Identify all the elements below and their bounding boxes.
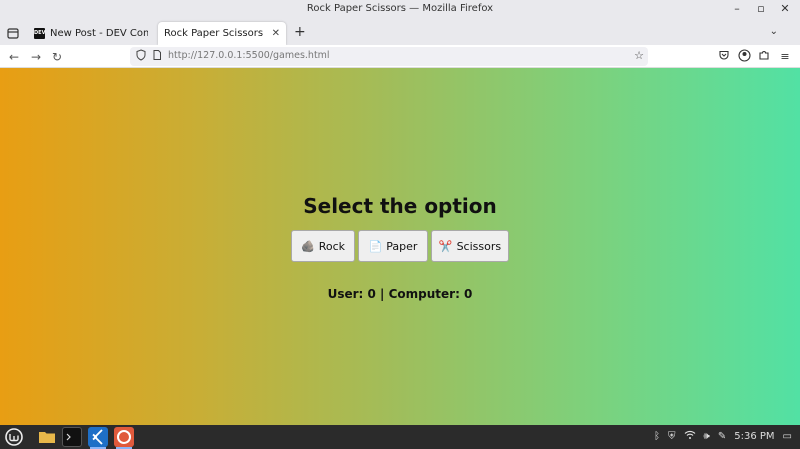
dev-favicon-icon: DEV	[34, 28, 45, 39]
notes-icon[interactable]: ✎	[718, 431, 726, 442]
list-all-tabs-icon[interactable]: ⌄	[770, 26, 778, 37]
tab-rock-paper-scissors[interactable]: Rock Paper Scissors ✕	[158, 22, 286, 45]
maximize-icon[interactable]: ▫	[754, 2, 768, 16]
notifications-icon[interactable]: ▭	[783, 431, 792, 442]
new-tab-icon[interactable]: +	[294, 25, 306, 39]
paper-icon: 📄	[368, 239, 383, 253]
tab-close-icon[interactable]: ✕	[272, 28, 280, 39]
wifi-icon[interactable]	[684, 430, 696, 443]
minimize-icon[interactable]: –	[730, 2, 744, 16]
extensions-icon[interactable]	[756, 49, 772, 65]
account-icon[interactable]	[736, 49, 752, 65]
tab-label: Rock Paper Scissors	[164, 28, 264, 39]
url-bar[interactable]: http://127.0.0.1:5500/games.html ☆	[130, 47, 648, 66]
reload-icon[interactable]: ↻	[49, 49, 65, 65]
menu-icon[interactable]: ≡	[777, 49, 793, 65]
rock-button[interactable]: 🪨 Rock	[291, 230, 355, 262]
bluetooth-icon[interactable]: ᛒ	[654, 431, 660, 442]
tab-label: New Post - DEV Community	[50, 28, 148, 39]
vscode-icon[interactable]	[88, 427, 108, 449]
taskbar: ᛒ ⛨ 🕪 ✎ 5:36 PM ▭	[0, 425, 800, 449]
scissors-icon: ✂️	[438, 239, 453, 253]
score-display: User: 0 | Computer: 0	[327, 287, 473, 301]
tab-list-icon[interactable]	[4, 24, 22, 42]
shield-icon[interactable]	[134, 49, 148, 63]
paper-button[interactable]: 📄 Paper	[358, 230, 428, 262]
tab-dev-community[interactable]: DEV New Post - DEV Community	[28, 22, 154, 45]
window-titlebar: Rock Paper Scissors — Mozilla Firefox – …	[0, 0, 800, 20]
terminal-icon[interactable]	[62, 427, 82, 447]
files-folder-icon[interactable]	[37, 427, 57, 447]
window-title: Rock Paper Scissors — Mozilla Firefox	[306, 3, 494, 14]
navigation-toolbar: ← → ↻ http://127.0.0.1:5500/games.html ☆…	[0, 45, 800, 68]
url-text[interactable]: http://127.0.0.1:5500/games.html	[168, 50, 330, 61]
scissors-button[interactable]: ✂️ Scissors	[431, 230, 509, 262]
security-shield-icon[interactable]: ⛨	[668, 431, 676, 442]
taskbar-clock[interactable]: 5:36 PM	[734, 431, 774, 442]
choice-buttons: 🪨 Rock 📄 Paper ✂️ Scissors	[0, 230, 800, 262]
system-tray: ᛒ ⛨ 🕪 ✎ 5:36 PM ▭	[654, 430, 792, 443]
page-icon[interactable]	[150, 49, 164, 63]
rock-icon: 🪨	[301, 239, 315, 253]
volume-icon[interactable]: 🕪	[704, 431, 710, 442]
paper-label: Paper	[386, 239, 418, 253]
page-heading: Select the option	[303, 194, 497, 218]
pocket-icon[interactable]	[716, 49, 732, 65]
firefox-icon[interactable]	[114, 427, 134, 449]
rock-label: Rock	[318, 239, 345, 253]
tab-strip: DEV New Post - DEV Community Rock Paper …	[0, 20, 800, 45]
close-icon[interactable]: ✕	[778, 2, 792, 16]
forward-icon[interactable]: →	[28, 49, 44, 65]
page-content: Select the option 🪨 Rock 📄 Paper ✂️ Scis…	[0, 68, 800, 425]
bookmark-star-icon[interactable]: ☆	[634, 49, 644, 62]
mint-menu-icon[interactable]	[4, 427, 24, 447]
scissors-label: Scissors	[456, 239, 502, 253]
back-icon[interactable]: ←	[6, 49, 22, 65]
window-controls: – ▫ ✕	[730, 2, 792, 16]
